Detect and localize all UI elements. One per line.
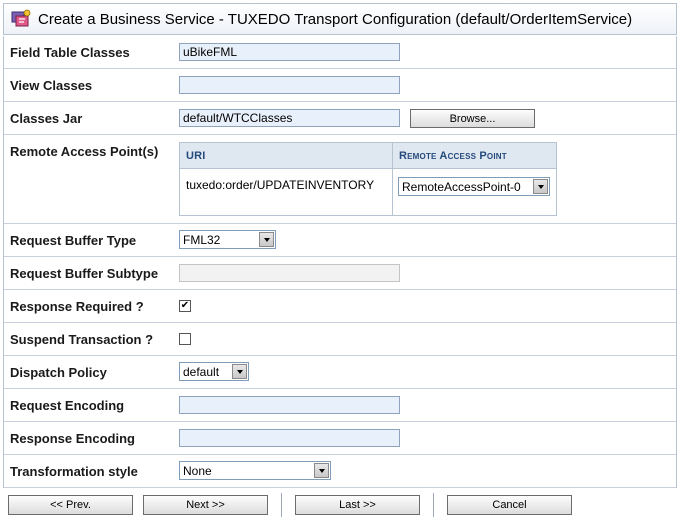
chevron-down-icon[interactable]	[314, 463, 329, 478]
suspend-transaction-checkbox[interactable]	[179, 333, 191, 345]
dispatch-policy-value: default	[183, 364, 220, 379]
chevron-down-icon[interactable]	[259, 232, 274, 247]
prev-button[interactable]: << Prev.	[8, 495, 133, 515]
request-buffer-subtype-input	[179, 264, 400, 282]
table-row: tuxedo:order/UPDATEINVENTORY RemoteAcces…	[179, 168, 557, 216]
dispatch-policy-label: Dispatch Policy	[10, 365, 107, 380]
view-classes-row: View Classes	[4, 69, 676, 102]
wizard-navigation: << Prev. Next >> Last >> Cancel	[0, 489, 683, 523]
request-buffer-type-value: FML32	[183, 232, 221, 247]
classes-jar-row: Classes Jar Browse...	[4, 102, 676, 135]
dispatch-policy-select[interactable]: default	[179, 362, 249, 381]
business-service-icon	[11, 9, 31, 27]
classes-jar-label: Classes Jar	[10, 111, 83, 126]
nav-divider	[281, 493, 282, 517]
remote-access-point-column-header: Remote Access Point	[392, 141, 557, 170]
field-table-classes-input[interactable]	[179, 43, 400, 61]
transformation-style-label: Transformation style	[10, 464, 138, 479]
next-button[interactable]: Next >>	[143, 495, 268, 515]
uri-cell: tuxedo:order/UPDATEINVENTORY	[179, 168, 393, 216]
suspend-transaction-row: Suspend Transaction ?	[4, 323, 676, 356]
request-buffer-type-row: Request Buffer Type FML32	[4, 224, 676, 257]
response-encoding-row: Response Encoding	[4, 422, 676, 455]
last-button[interactable]: Last >>	[295, 495, 420, 515]
response-required-checkbox[interactable]: ✔	[179, 300, 191, 312]
field-table-classes-label: Field Table Classes	[10, 45, 130, 60]
request-encoding-label: Request Encoding	[10, 398, 125, 413]
dispatch-policy-row: Dispatch Policy default	[4, 356, 676, 389]
remote-access-points-row: Remote Access Point(s) URI Remote Access…	[4, 135, 676, 224]
table-header-row: URI Remote Access Point	[179, 141, 557, 170]
field-table-classes-row: Field Table Classes	[4, 36, 676, 69]
transformation-style-value: None	[183, 463, 212, 478]
response-encoding-label: Response Encoding	[10, 431, 135, 446]
request-encoding-row: Request Encoding	[4, 389, 676, 422]
remote-access-point-cell: RemoteAccessPoint-0	[393, 169, 557, 216]
request-buffer-subtype-row: Request Buffer Subtype	[4, 257, 676, 290]
request-buffer-type-label: Request Buffer Type	[10, 233, 137, 248]
remote-access-point-select[interactable]: RemoteAccessPoint-0	[398, 177, 550, 197]
view-classes-input[interactable]	[179, 76, 400, 94]
request-encoding-input[interactable]	[179, 396, 400, 414]
response-required-row: Response Required ? ✔	[4, 290, 676, 323]
request-buffer-type-select[interactable]: FML32	[179, 230, 276, 249]
view-classes-label: View Classes	[10, 78, 93, 93]
response-encoding-input[interactable]	[179, 429, 400, 447]
transport-config-form: Field Table Classes View Classes Classes…	[3, 36, 677, 488]
request-buffer-subtype-label: Request Buffer Subtype	[10, 266, 159, 281]
transformation-style-row: Transformation style None	[4, 455, 676, 488]
chevron-down-icon[interactable]	[533, 179, 548, 195]
page-title: Create a Business Service - TUXEDO Trans…	[38, 10, 633, 28]
suspend-transaction-label: Suspend Transaction ?	[10, 332, 154, 347]
response-required-label: Response Required ?	[10, 299, 144, 314]
cancel-button[interactable]: Cancel	[447, 495, 572, 515]
chevron-down-icon[interactable]	[232, 364, 247, 379]
remote-access-points-label: Remote Access Point(s)	[10, 144, 159, 159]
transformation-style-select[interactable]: None	[179, 461, 331, 480]
remote-access-point-value: RemoteAccessPoint-0	[402, 179, 521, 194]
nav-divider	[433, 493, 434, 517]
classes-jar-input[interactable]	[179, 109, 400, 127]
uri-column-header: URI	[179, 141, 393, 170]
remote-access-points-table: URI Remote Access Point tuxedo:order/UPD…	[179, 141, 557, 216]
browse-button[interactable]: Browse...	[410, 109, 535, 128]
title-bar: Create a Business Service - TUXEDO Trans…	[3, 3, 677, 35]
